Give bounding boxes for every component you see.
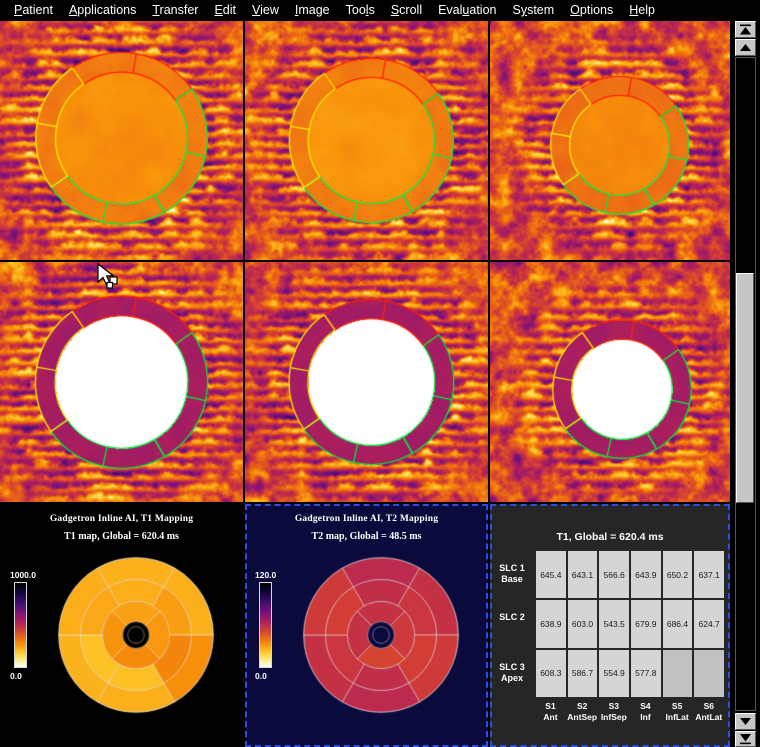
menu-item-scroll[interactable]: Scroll xyxy=(383,0,430,21)
scroll-up-button[interactable] xyxy=(735,39,756,56)
segment-cell-r1-s4[interactable]: 643.9 xyxy=(629,550,662,600)
segment-cell-r2-s3[interactable]: 543.5 xyxy=(598,599,630,649)
t1-aha-bullseye-chart xyxy=(52,551,220,719)
scrollbar-thumb[interactable] xyxy=(736,273,754,503)
menu-item-applications[interactable]: Applications xyxy=(61,0,144,21)
t2-colorbar xyxy=(259,582,272,668)
image-tile-t1-slice3[interactable] xyxy=(490,21,730,260)
t2-map-slice2-canvas xyxy=(245,262,488,502)
segment-cell-r1-s1[interactable]: 645.4 xyxy=(535,550,567,600)
scroll-to-bottom-button[interactable] xyxy=(735,731,756,747)
t1-colorbar-min-label: 0.0 xyxy=(10,671,22,681)
double-down-arrow-icon xyxy=(740,734,751,745)
segment-cell-r2-s4[interactable]: 679.9 xyxy=(629,599,662,649)
image-viewport: Gadgetron Inline AI, T1 Mapping T1 map, … xyxy=(0,21,730,747)
t2-bullseye-title: Gadgetron Inline AI, T2 Mapping xyxy=(294,514,439,524)
segment-row-label-2: SLC 2 xyxy=(499,612,525,623)
segment-cell-r3-s3[interactable]: 554.9 xyxy=(598,648,630,698)
t1-segment-table-panel[interactable]: T1, Global = 620.4 ms SLC 1 Base SLC 2 SLC … xyxy=(490,504,730,747)
t1-map-slice3-canvas xyxy=(490,21,730,260)
scroll-to-top-button[interactable] xyxy=(735,21,756,38)
down-arrow-icon xyxy=(740,718,751,725)
menu-item-view[interactable]: View xyxy=(244,0,287,21)
t1-bullseye-title: Gadgetron Inline AI, T1 Mapping xyxy=(49,514,194,524)
t2-bullseye-panel[interactable]: Gadgetron Inline AI, T2 Mapping T2 map, … xyxy=(245,504,488,747)
segment-cell-r2-s5[interactable]: 686.4 xyxy=(661,599,694,649)
menu-item-options[interactable]: Options xyxy=(562,0,621,21)
segment-cell-r1-s6[interactable]: 637.1 xyxy=(693,550,725,600)
segment-table-title: T1, Global = 620.4 ms xyxy=(556,531,664,543)
menu-item-system[interactable]: System xyxy=(504,0,562,21)
menu-item-help[interactable]: Help xyxy=(621,0,663,21)
t2-aha-bullseye-chart xyxy=(297,551,465,719)
t2-bullseye-subtitle: T2 map, Global = 48.5 ms xyxy=(311,531,422,542)
segment-cell-r3-s4[interactable]: 577.8 xyxy=(629,648,662,698)
menu-item-evaluation[interactable]: Evaluation xyxy=(430,0,504,21)
segment-table-grid[interactable]: 645.4 643.1 566.6 643.9 650.2 637.1 638.9 603.0… xyxy=(535,550,725,698)
application-window: Patient Applications Transfer Edit View Image… xyxy=(0,0,760,747)
segment-cell-r3-s1[interactable]: 608.3 xyxy=(535,648,567,698)
segment-row-label-3: SLC 3 Apex xyxy=(499,661,525,683)
menu-item-transfer[interactable]: Transfer xyxy=(144,0,206,21)
menu-bar: Patient Applications Transfer Edit View Image… xyxy=(0,0,760,21)
menu-item-tools[interactable]: Tools xyxy=(338,0,383,21)
segment-cell-r3-s6[interactable] xyxy=(693,648,725,698)
scroll-column xyxy=(730,21,760,747)
segment-cell-r2-s1[interactable]: 638.9 xyxy=(535,599,567,649)
segment-cell-r3-s2[interactable]: 586.7 xyxy=(566,648,599,698)
segment-col-label-6: S6 AntLat xyxy=(695,701,723,722)
t2-colorbar-min-label: 0.0 xyxy=(255,671,267,681)
t1-bullseye-panel[interactable]: Gadgetron Inline AI, T1 Mapping T1 map, … xyxy=(0,504,243,747)
t2-colorbar-max-label: 120.0 xyxy=(255,570,277,580)
segment-row-label-1: SLC 1 Base xyxy=(499,563,525,584)
image-tile-t2-slice2[interactable] xyxy=(245,262,488,502)
menu-item-patient[interactable]: Patient xyxy=(6,0,61,21)
t2-map-slice1-canvas xyxy=(0,262,243,502)
scroll-down-button[interactable] xyxy=(735,713,756,730)
t1-colorbar xyxy=(14,582,27,668)
t1-colorbar-max-label: 1000.0 xyxy=(10,570,36,580)
up-arrow-icon xyxy=(740,44,751,51)
scrollbar-track[interactable] xyxy=(735,57,756,711)
image-tile-t1-slice2[interactable] xyxy=(245,21,488,260)
segment-cell-r1-s3[interactable]: 566.6 xyxy=(598,550,630,600)
t1-bullseye-subtitle: T1 map, Global = 620.4 ms xyxy=(64,531,179,542)
segment-cell-r2-s2[interactable]: 603.0 xyxy=(566,599,599,649)
double-up-arrow-icon xyxy=(740,24,751,34)
image-tile-t2-slice1[interactable] xyxy=(0,262,243,502)
segment-cell-r2-s6[interactable]: 624.7 xyxy=(693,599,725,649)
menu-item-image[interactable]: Image xyxy=(287,0,338,21)
segment-cell-r3-s5[interactable] xyxy=(661,648,694,698)
segment-cell-r1-s5[interactable]: 650.2 xyxy=(661,550,694,600)
image-tile-t2-slice3[interactable] xyxy=(490,262,730,502)
menu-item-edit[interactable]: Edit xyxy=(206,0,244,21)
segment-cell-r1-s2[interactable]: 643.1 xyxy=(566,550,599,600)
t1-map-slice1-canvas xyxy=(0,21,243,260)
image-tile-t1-slice1[interactable] xyxy=(0,21,243,260)
t2-map-slice3-canvas xyxy=(490,262,730,502)
t1-map-slice2-canvas xyxy=(245,21,488,260)
